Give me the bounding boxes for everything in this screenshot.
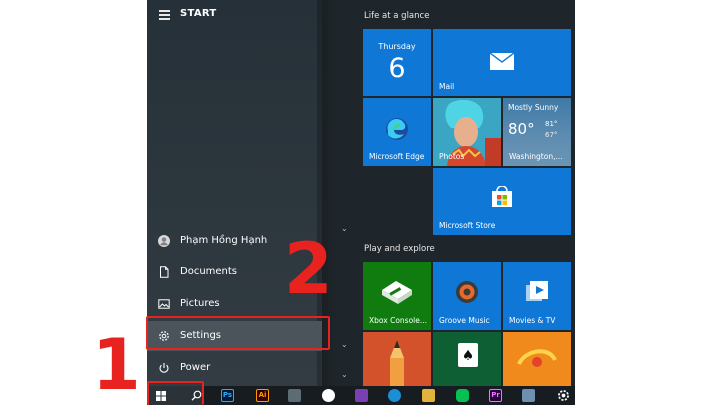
weather-tile[interactable]: Mostly Sunny 80° 81° 67° Washington,... bbox=[503, 98, 571, 166]
right-margin bbox=[575, 0, 720, 386]
visual-studio-icon[interactable] bbox=[355, 389, 368, 402]
xbox-label: Xbox Console... bbox=[369, 316, 428, 325]
folder-icon[interactable] bbox=[422, 389, 435, 402]
illustrator-icon[interactable]: Ai bbox=[256, 389, 269, 402]
hamburger-menu-icon[interactable] bbox=[159, 10, 170, 20]
store-tile[interactable]: Microsoft Store bbox=[433, 168, 571, 235]
weather-condition: Mostly Sunny bbox=[508, 103, 559, 112]
step-number-1: 1 bbox=[92, 324, 141, 405]
gear-icon[interactable] bbox=[557, 389, 570, 402]
user-avatar-icon bbox=[158, 235, 170, 247]
weather-low: 67° bbox=[545, 131, 558, 139]
chevron-down-icon[interactable]: ⌄ bbox=[341, 224, 348, 233]
documents-label: Documents bbox=[180, 266, 238, 277]
calendar-day: Thursday bbox=[378, 42, 416, 51]
game-logo-icon bbox=[517, 349, 557, 367]
app-round-icon[interactable] bbox=[322, 389, 335, 402]
power-label: Power bbox=[180, 362, 211, 373]
screen: START Phạm Hồng Hạnh Documents Pictures bbox=[0, 0, 720, 405]
premiere-icon[interactable]: Pr bbox=[489, 389, 502, 402]
playing-card-icon: ♠ bbox=[458, 343, 478, 367]
power-item[interactable]: Power bbox=[147, 353, 322, 383]
groove-music-tile[interactable]: Groove Music bbox=[433, 262, 501, 330]
store-bag-icon bbox=[492, 186, 512, 207]
edge-tile[interactable]: Microsoft Edge bbox=[363, 98, 431, 166]
store-label: Microsoft Store bbox=[439, 221, 496, 230]
file-explorer-icon[interactable] bbox=[288, 389, 301, 402]
group-title-play: Play and explore bbox=[364, 244, 435, 254]
weather-temperature: 80° bbox=[508, 120, 535, 138]
start-highlight-box bbox=[147, 381, 204, 405]
app-window-icon[interactable] bbox=[522, 389, 535, 402]
chevron-down-icon[interactable]: ⌄ bbox=[341, 370, 348, 379]
group-title-life: Life at a glance bbox=[364, 11, 430, 21]
chevron-down-icon[interactable]: ⌄ bbox=[341, 340, 348, 349]
film-icon bbox=[526, 281, 548, 301]
svg-text:♠: ♠ bbox=[462, 348, 475, 364]
start-title: START bbox=[180, 8, 217, 19]
sketch-tile[interactable] bbox=[363, 332, 431, 386]
pictures-label: Pictures bbox=[180, 298, 220, 309]
edge-logo-icon bbox=[386, 118, 408, 140]
power-icon bbox=[159, 363, 169, 373]
xbox-console-icon bbox=[382, 281, 412, 304]
solitaire-tile[interactable]: ♠ bbox=[433, 332, 501, 386]
mail-label: Mail bbox=[439, 82, 455, 91]
document-icon bbox=[160, 266, 169, 278]
edge-taskbar-icon[interactable] bbox=[388, 389, 401, 402]
calendar-tile[interactable]: Thursday 6 bbox=[363, 29, 431, 96]
user-name: Phạm Hồng Hạnh bbox=[180, 235, 268, 246]
photos-tile[interactable]: Photos bbox=[433, 98, 501, 166]
game-tile[interactable] bbox=[503, 332, 571, 386]
edge-label: Microsoft Edge bbox=[369, 152, 425, 161]
movies-label: Movies & TV bbox=[509, 316, 556, 325]
weather-city: Washington,... bbox=[509, 152, 563, 161]
photoshop-icon[interactable]: Ps bbox=[221, 389, 234, 402]
taskbar: Ps Ai Pr bbox=[147, 386, 575, 405]
pencil-icon bbox=[390, 340, 404, 386]
calendar-date: 6 bbox=[388, 53, 406, 84]
groove-disc-icon bbox=[456, 281, 478, 303]
mail-icon bbox=[490, 53, 514, 70]
groove-label: Groove Music bbox=[439, 316, 490, 325]
picture-icon bbox=[158, 299, 170, 309]
xbox-tile[interactable]: Xbox Console... bbox=[363, 262, 431, 330]
step-number-2: 2 bbox=[284, 228, 333, 310]
mail-tile[interactable]: Mail bbox=[433, 29, 571, 96]
line-app-icon[interactable] bbox=[456, 389, 469, 402]
movies-tv-tile[interactable]: Movies & TV bbox=[503, 262, 571, 330]
settings-highlight-box bbox=[146, 316, 330, 350]
weather-high: 81° bbox=[545, 120, 558, 128]
photos-label: Photos bbox=[439, 152, 465, 161]
